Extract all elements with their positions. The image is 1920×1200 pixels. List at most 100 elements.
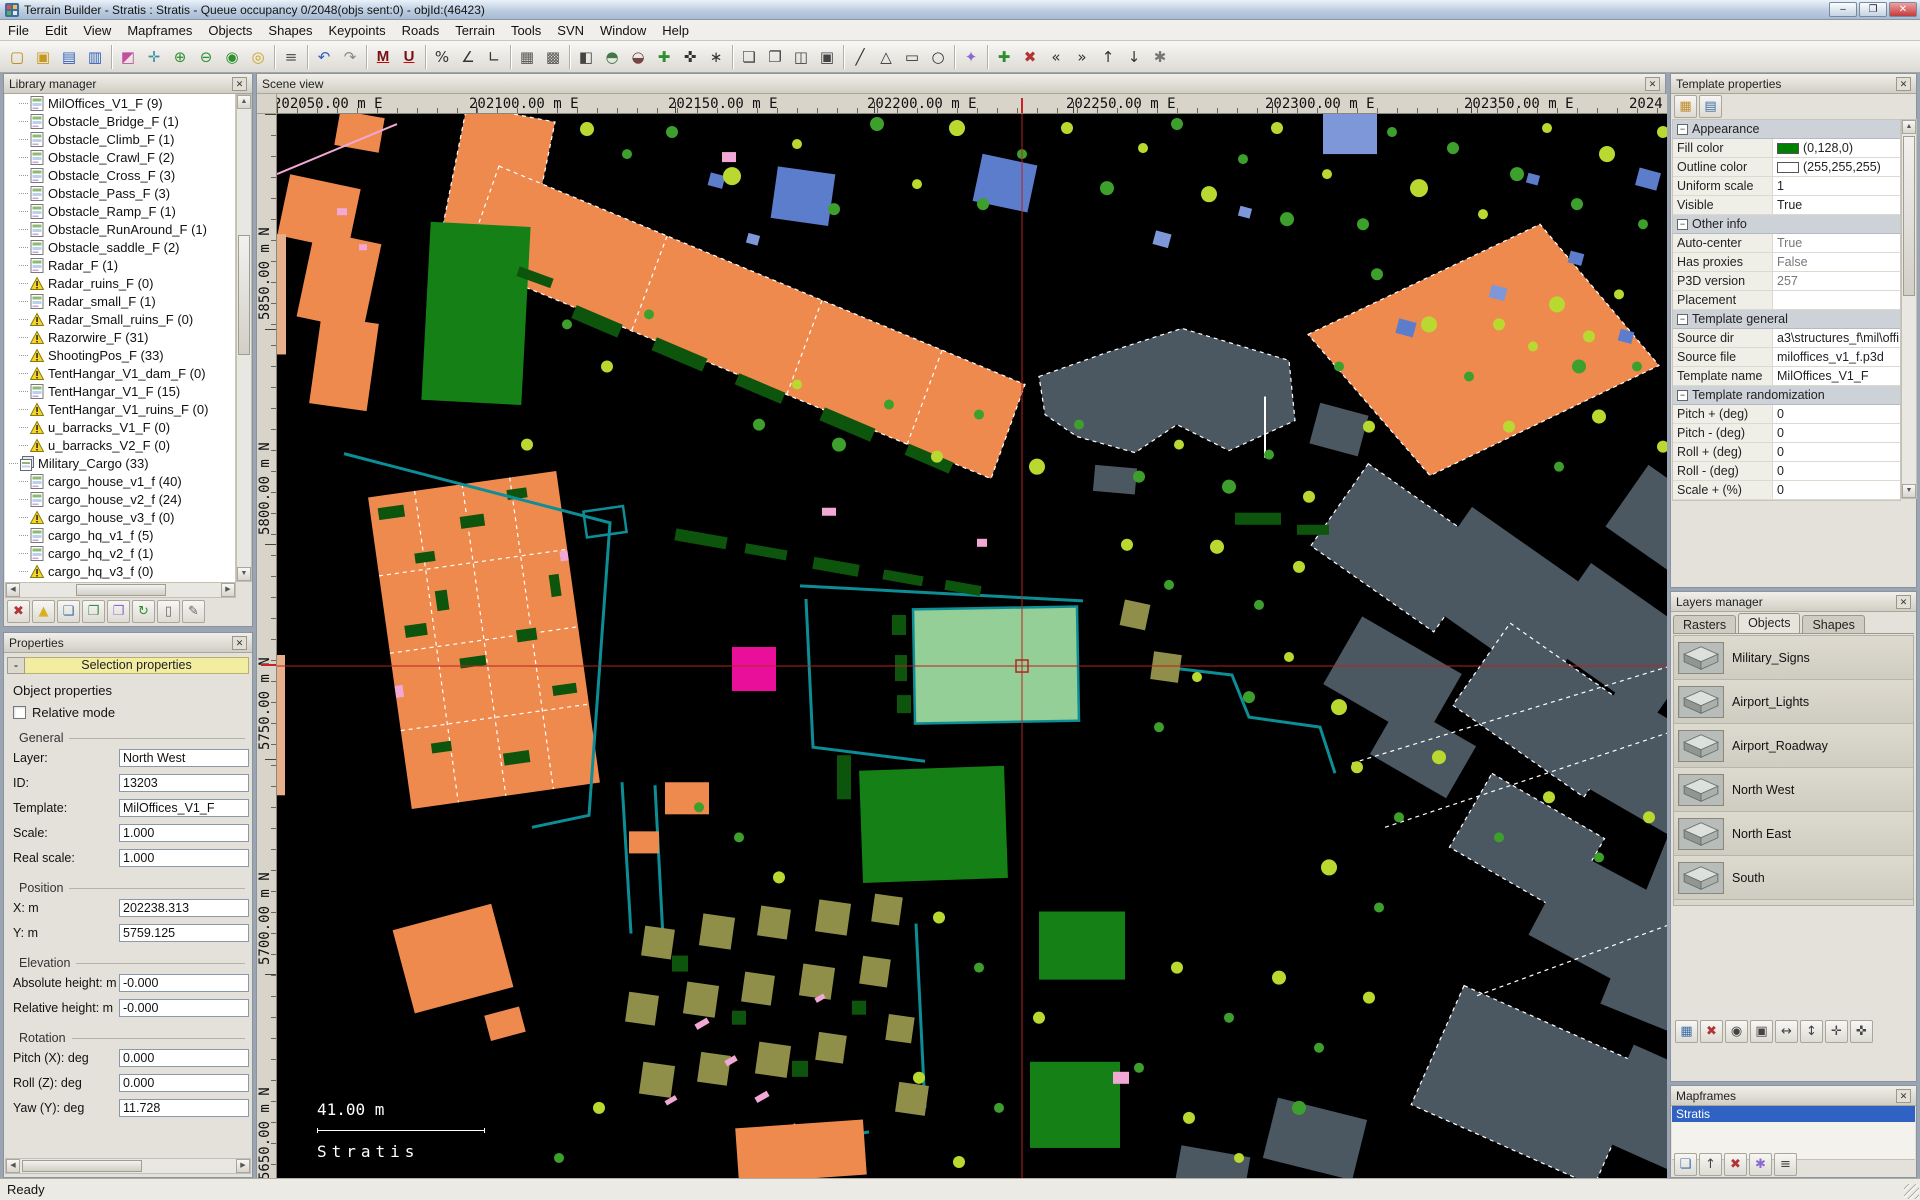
map-canvas[interactable] (277, 114, 1667, 1179)
grid-small-icon[interactable]: ▦ (514, 44, 540, 70)
property-group-header[interactable]: −Other info (1673, 215, 1900, 234)
draw-rectangle-icon[interactable]: ▭ (899, 44, 925, 70)
new-terrain-icon[interactable]: ▢ (4, 44, 30, 70)
undo-icon[interactable]: ↶ (311, 44, 337, 70)
scroll-down-icon[interactable]: ▼ (1902, 484, 1916, 498)
draw-polygon-icon[interactable]: △ (873, 44, 899, 70)
object-mode-icon[interactable]: ◧ (573, 44, 599, 70)
save-icon[interactable]: ▤ (56, 44, 82, 70)
scroll-right-icon[interactable]: ▶ (236, 1159, 250, 1173)
refresh-library-icon[interactable]: ↻ (132, 600, 155, 623)
mapframe-item[interactable]: Stratis (1672, 1106, 1915, 1122)
library-item[interactable]: cargo_house_v2_f (24) (5, 490, 235, 508)
surface-raise-icon[interactable]: ◓ (599, 44, 625, 70)
library-item[interactable]: Radar_small_F (1) (5, 292, 235, 310)
lock-layer-icon[interactable]: ▣ (1750, 1020, 1773, 1043)
angle-tool-icon[interactable]: ∠ (455, 44, 481, 70)
template-property-row[interactable]: P3D version257 (1673, 272, 1900, 291)
move-down-icon[interactable]: ↕ (1800, 1020, 1823, 1043)
fill-tool-icon[interactable]: ✦ (958, 44, 984, 70)
layer-row[interactable]: Airport_Lights (1674, 680, 1913, 724)
window-split-icon[interactable]: ◫ (788, 44, 814, 70)
redo-icon[interactable]: ↷ (337, 44, 363, 70)
vertex-move-icon[interactable]: ✜ (677, 44, 703, 70)
move-up-icon[interactable]: ↔ (1775, 1020, 1798, 1043)
delete-mapframe-icon[interactable]: ✖ (1724, 1153, 1747, 1176)
template-property-row[interactable]: Template nameMilOffices_V1_F (1673, 367, 1900, 386)
library-item[interactable]: cargo_hq_v3_f (0) (5, 562, 235, 580)
template-property-row[interactable]: Uniform scale1 (1673, 177, 1900, 196)
scrollbar-thumb[interactable] (22, 1160, 142, 1172)
library-item[interactable]: Radar_F (1) (5, 256, 235, 274)
library-item[interactable]: Obstacle_Bridge_F (1) (5, 112, 235, 130)
import-library-icon[interactable]: ❐ (82, 600, 105, 623)
template-property-row[interactable]: Has proxiesFalse (1673, 253, 1900, 272)
scrollbar-thumb[interactable] (238, 235, 250, 355)
template-vertical-scrollbar[interactable]: ▲ ▼ (1901, 119, 1917, 499)
library-item[interactable]: Obstacle_saddle_F (2) (5, 238, 235, 256)
select-region-icon[interactable]: ◩ (115, 44, 141, 70)
id-input[interactable] (119, 774, 249, 792)
collapse-button[interactable]: - (7, 657, 25, 674)
add-layer-icon[interactable]: ▦ (1675, 1020, 1698, 1043)
template-property-row[interactable]: Fill color(0,128,0) (1673, 139, 1900, 158)
node-delete-icon[interactable]: ✖ (1017, 44, 1043, 70)
scroll-left-icon[interactable]: ◀ (6, 1159, 20, 1173)
layer-row[interactable]: North East (1674, 812, 1913, 856)
library-item[interactable]: u_barracks_V1_F (0) (5, 418, 235, 436)
mapframe-properties-icon[interactable]: ✱ (1749, 1153, 1772, 1176)
layer-input[interactable] (119, 749, 249, 767)
rebuild-terrain-icon[interactable]: ✱ (1147, 44, 1173, 70)
template-property-row[interactable]: Source filemiloffices_v1_f.p3d (1673, 348, 1900, 367)
pitch-x-deg-input[interactable] (119, 1049, 249, 1067)
scale-input[interactable] (119, 824, 249, 842)
scrollbar-thumb[interactable] (76, 584, 166, 596)
collapse-icon[interactable]: − (1677, 314, 1688, 325)
menu-terrain[interactable]: Terrain (447, 21, 503, 40)
x-m-input[interactable] (119, 899, 249, 917)
layer-row[interactable]: Airport_Roadway (1674, 724, 1913, 768)
maximize-button[interactable]: ❐ (1859, 2, 1887, 17)
menu-svn[interactable]: SVN (549, 21, 592, 40)
library-item[interactable]: Radar_ruins_F (0) (5, 274, 235, 292)
close-icon[interactable]: ✕ (1896, 1089, 1911, 1103)
menu-objects[interactable]: Objects (200, 21, 260, 40)
library-item[interactable]: Obstacle_Climb_F (1) (5, 130, 235, 148)
scroll-right-icon[interactable]: ▶ (221, 583, 235, 597)
layer-row[interactable]: North West (1674, 768, 1913, 812)
zoom-extents-icon[interactable]: ◎ (245, 44, 271, 70)
library-item[interactable]: Obstacle_Pass_F (3) (5, 184, 235, 202)
node-next-icon[interactable]: » (1069, 44, 1095, 70)
tab-objects[interactable]: Objects (1738, 613, 1800, 633)
collapse-icon[interactable]: − (1677, 219, 1688, 230)
mapframe-list-icon[interactable]: ≡ (1774, 1153, 1797, 1176)
library-item[interactable]: cargo_hq_v2_f (1) (5, 544, 235, 562)
library-item[interactable]: Military_Cargo (33) (5, 454, 235, 472)
tab-shapes[interactable]: Shapes (1802, 615, 1864, 633)
new-library-icon[interactable]: ❏ (57, 600, 80, 623)
draw-circle-icon[interactable]: ○ (925, 44, 951, 70)
menu-tools[interactable]: Tools (503, 21, 549, 40)
surface-lower-icon[interactable]: ◒ (625, 44, 651, 70)
node-add-icon[interactable]: ✚ (991, 44, 1017, 70)
real-scale-input[interactable] (119, 849, 249, 867)
menu-keypoints[interactable]: Keypoints (321, 21, 394, 40)
library-item[interactable]: TentHangar_V1_dam_F (0) (5, 364, 235, 382)
y-m-input[interactable] (119, 924, 249, 942)
categorized-view-icon[interactable]: ▤ (1699, 95, 1722, 118)
menu-window[interactable]: Window (592, 21, 654, 40)
layer-row[interactable]: South (1674, 856, 1913, 900)
close-button[interactable]: ✕ (1889, 2, 1917, 17)
library-item[interactable]: cargo_house_v1_f (40) (5, 472, 235, 490)
scrollbar-thumb[interactable] (1903, 136, 1915, 296)
expand-icon[interactable]: ✛ (1825, 1020, 1848, 1043)
library-item[interactable]: MilOffices_V1_F (9) (5, 94, 235, 112)
property-group-header[interactable]: −Appearance (1673, 120, 1900, 139)
template-property-row[interactable]: Placement (1673, 291, 1900, 310)
library-item[interactable]: Obstacle_Cross_F (3) (5, 166, 235, 184)
absolute-height-m-input[interactable] (119, 974, 249, 992)
library-item[interactable]: TentHangar_V1_F (15) (5, 382, 235, 400)
zoom-selection-icon[interactable]: ◉ (219, 44, 245, 70)
template-property-row[interactable]: VisibleTrue (1673, 196, 1900, 215)
remove-missing-icon[interactable]: ✖ (7, 600, 30, 623)
